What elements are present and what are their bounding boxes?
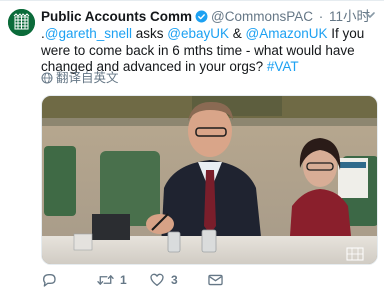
globe-icon <box>41 72 53 84</box>
heart-icon <box>150 273 164 286</box>
like-button[interactable]: 3 <box>149 271 178 289</box>
portcullis-logo-icon <box>8 9 35 36</box>
account-name[interactable]: Public Accounts Comm <box>41 9 192 24</box>
tweet-card[interactable]: Public Accounts Comm @CommonsPAC · 11小时 .… <box>0 0 384 292</box>
account-handle[interactable]: @CommonsPAC <box>211 9 313 24</box>
mention-gareth-snell[interactable]: @gareth_snell <box>45 26 132 41</box>
envelope-icon <box>208 274 223 286</box>
translate-link[interactable]: 翻译自英文 <box>41 70 119 86</box>
translate-label: 翻译自英文 <box>56 71 119 85</box>
committee-hearing-photo <box>42 96 377 264</box>
verified-badge-icon <box>195 10 208 23</box>
avatar[interactable] <box>8 9 35 36</box>
direct-message-button[interactable] <box>207 271 224 289</box>
tweet-text-segment: asks <box>132 26 168 41</box>
tweet-header: Public Accounts Comm @CommonsPAC · 11小时 <box>41 8 370 26</box>
mention-amazonuk[interactable]: @AmazonUK <box>246 26 328 41</box>
reply-icon <box>43 274 56 287</box>
retweet-icon <box>97 275 114 285</box>
retweet-count: 1 <box>120 273 127 287</box>
mention-ebayuk[interactable]: @ebayUK <box>167 26 229 41</box>
tweet-text-segment: & <box>229 26 246 41</box>
tweet-photo[interactable] <box>41 95 378 265</box>
tweet-text: .@gareth_snell asks @ebayUK & @AmazonUK … <box>41 26 381 76</box>
like-count: 3 <box>171 273 178 287</box>
reply-button[interactable] <box>41 271 57 289</box>
retweet-button[interactable]: 1 <box>97 271 127 289</box>
tweet-actions: 1 3 <box>41 271 371 289</box>
hashtag-vat[interactable]: #VAT <box>267 59 299 74</box>
chevron-down-icon[interactable] <box>364 9 376 21</box>
separator-dot: · <box>318 9 324 24</box>
